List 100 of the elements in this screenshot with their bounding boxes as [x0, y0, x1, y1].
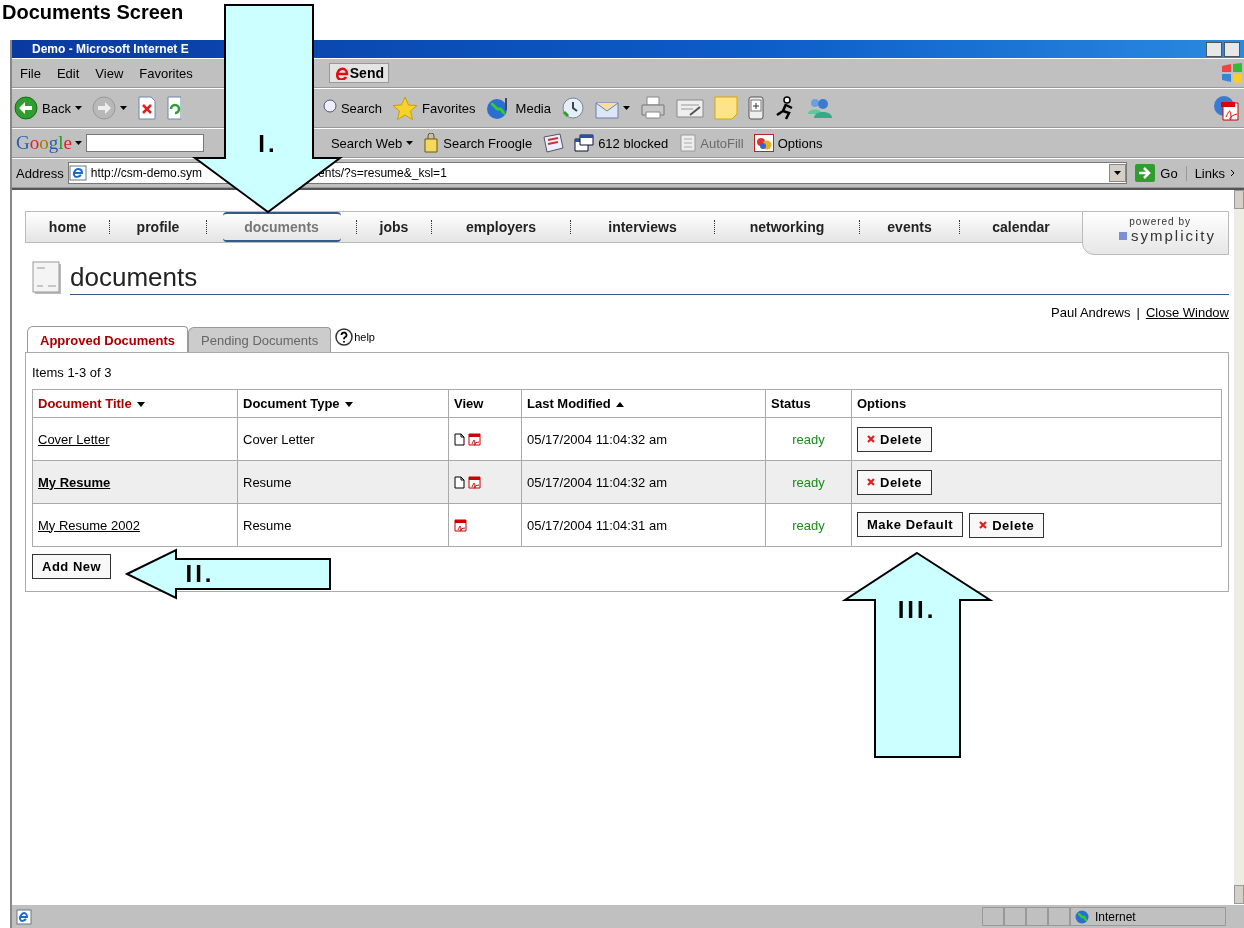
url-text: ents/?s=resume&_ksl=1 — [318, 166, 447, 180]
pdf-icon[interactable] — [454, 518, 467, 532]
address-field[interactable]: http://csm-demo.sym ents/?s=resume&_ksl=1 — [67, 162, 1128, 184]
windows-flag-icon — [1220, 62, 1244, 84]
notepad-pencil-icon — [676, 97, 704, 119]
delete-button[interactable]: Delete — [857, 426, 933, 452]
caret-icon — [74, 141, 82, 145]
nav-tab[interactable]: documents — [222, 212, 341, 242]
help-icon — [335, 328, 354, 346]
status-panel — [982, 907, 1004, 926]
form-icon — [678, 134, 697, 152]
nav-tab[interactable]: calendar — [992, 219, 1050, 235]
page-title: documents — [70, 262, 199, 292]
shopping-bag-icon — [423, 133, 440, 153]
column-header[interactable]: Document Title — [32, 389, 238, 418]
table-cell: 05/17/2004 11:04:32 am — [527, 431, 667, 447]
window-title: Demo - Microsoft Internet E — [31, 42, 189, 56]
colored-balls-icon — [753, 134, 774, 152]
document-link[interactable]: Cover Letter — [38, 431, 110, 447]
status-panel — [1004, 907, 1026, 926]
page-icon[interactable] — [454, 432, 465, 446]
help-link[interactable]: help — [335, 328, 375, 346]
column-header[interactable]: Last Modified — [521, 389, 766, 418]
status-text: ready — [792, 517, 825, 533]
delete-button[interactable]: Delete — [969, 512, 1045, 538]
table-cell: 05/17/2004 11:04:32 am — [527, 474, 667, 490]
stop-page-icon — [136, 96, 157, 120]
close-window-link[interactable]: Close Window — [1145, 305, 1229, 320]
x-icon — [979, 521, 988, 530]
nav-tab[interactable]: profile — [136, 219, 180, 235]
nav-tab[interactable]: networking — [749, 219, 825, 235]
item-count: Items 1-3 of 3 — [32, 365, 113, 380]
searchweb-button[interactable]: Search Web — [325, 135, 419, 151]
column-header[interactable]: Document Type — [237, 389, 449, 418]
status-panel — [1026, 907, 1048, 926]
caret-icon — [1114, 171, 1122, 175]
favorites-button[interactable]: Favorites — [387, 96, 481, 120]
ie-page-icon — [16, 908, 32, 925]
tab[interactable]: Approved Documents — [27, 326, 189, 352]
url-text: http://csm-demo.sym — [90, 166, 203, 180]
sticky-note-icon — [714, 96, 738, 120]
separator-text: | — [1136, 305, 1140, 320]
status-text: ready — [792, 431, 825, 447]
nav-tab[interactable]: interviews — [608, 219, 677, 235]
star-icon — [392, 96, 419, 120]
add-new-button[interactable]: Add New — [32, 554, 112, 579]
caret-icon — [119, 106, 127, 110]
status-text: ready — [792, 474, 825, 490]
nav-tab[interactable]: events — [887, 219, 932, 235]
tab[interactable]: Pending Documents — [188, 327, 332, 352]
table-cell: 05/17/2004 11:04:31 am — [527, 517, 667, 533]
chevron-icon — [1230, 169, 1236, 177]
options-button[interactable]: Options — [748, 134, 828, 152]
maximize-button[interactable] — [1224, 41, 1240, 57]
caret-icon — [74, 106, 82, 110]
nav-tab[interactable]: employers — [465, 219, 536, 235]
google-logo[interactable]: Google — [12, 132, 86, 154]
froogle-button[interactable]: Search Froogle — [418, 133, 538, 153]
menu-item[interactable]: View — [87, 65, 132, 81]
user-name: Paul Andrews — [1051, 305, 1131, 320]
menu-item[interactable]: Favorites — [131, 65, 201, 81]
zone-name: Internet — [1095, 909, 1136, 924]
callout-label: III. — [897, 596, 937, 623]
table-cell: Resume — [243, 517, 292, 533]
brand-tagline: powered by — [1129, 216, 1192, 227]
caret-icon — [623, 106, 630, 110]
make-default-button[interactable]: Make Default — [857, 512, 964, 538]
pdf-icon[interactable] — [468, 432, 481, 446]
slide-heading: Documents Screen — [1, 0, 185, 25]
nav-tab[interactable]: home — [48, 219, 87, 235]
brand-name: symplicity — [1131, 227, 1216, 244]
document-link[interactable]: My Resume 2002 — [38, 517, 140, 533]
callout-label: II. — [185, 560, 215, 587]
ie-page-icon — [68, 165, 87, 181]
column-header[interactable]: Status — [765, 389, 852, 418]
minimize-button[interactable] — [1206, 41, 1222, 57]
go-button[interactable]: Go — [1127, 164, 1186, 182]
send-button[interactable]: Send — [328, 63, 389, 83]
caret-icon — [406, 141, 414, 145]
delete-button[interactable]: Delete — [857, 469, 933, 495]
links-button[interactable]: Links — [1185, 165, 1244, 181]
nav-tab[interactable]: jobs — [379, 219, 409, 235]
popup-button[interactable]: 612 blocked — [569, 134, 674, 152]
back-button[interactable]: Back — [12, 96, 87, 120]
menu-item[interactable]: File — [12, 65, 49, 81]
search-field[interactable] — [85, 134, 204, 152]
globe-pdf-icon — [1213, 95, 1239, 121]
pdf-icon[interactable] — [468, 475, 481, 489]
menu-item[interactable]: Edit — [48, 65, 88, 81]
search-button[interactable]: Search — [317, 97, 388, 119]
document-link[interactable]: My Resume — [38, 474, 111, 490]
two-people-icon — [806, 96, 832, 120]
page-icon[interactable] — [454, 475, 465, 489]
media-button[interactable]: Media — [480, 96, 556, 120]
column-header[interactable]: Options — [851, 389, 1222, 418]
newspaper-icon — [542, 133, 565, 153]
document-icon — [32, 261, 62, 295]
dropdown-button[interactable] — [1109, 164, 1127, 182]
x-icon — [867, 478, 875, 486]
column-header[interactable]: View — [448, 389, 522, 418]
